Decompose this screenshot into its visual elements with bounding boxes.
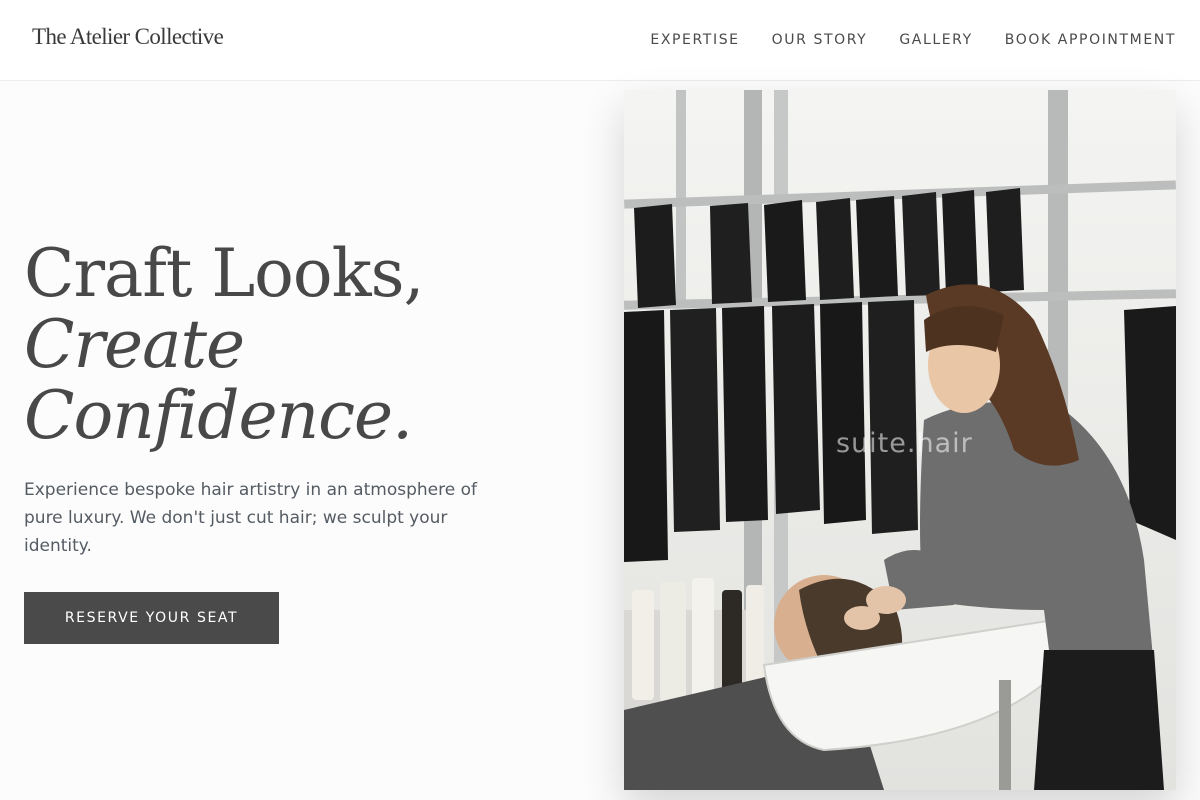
hero-subtitle: Experience bespoke hair artistry in an a… xyxy=(24,480,477,556)
hero-title-line-2: Create xyxy=(24,306,245,383)
main-nav: EXPERTISE OUR STORY GALLERY BOOK APPOINT… xyxy=(650,30,1176,50)
nav-link-our-story[interactable]: OUR STORY xyxy=(772,30,868,50)
nav-link-gallery[interactable]: GALLERY xyxy=(899,30,972,50)
nav-link-book-appointment[interactable]: BOOK APPOINTMENT xyxy=(1005,30,1176,50)
reserve-seat-button[interactable]: RESERVE YOUR SEAT xyxy=(24,592,279,644)
hero-title-line-1: Craft Looks, xyxy=(24,235,424,312)
brand-logo[interactable]: The Atelier Collective xyxy=(32,24,224,50)
nav-link-expertise[interactable]: EXPERTISE xyxy=(650,30,739,50)
site-header: The Atelier Collective EXPERTISE OUR STO… xyxy=(0,0,1200,81)
hero-photo: suite.hair xyxy=(624,90,1176,790)
hero-title: Craft Looks, Create Confidence. xyxy=(24,235,424,454)
watermark-text: suite.hair xyxy=(836,428,973,459)
hero-title-line-3: Confidence. xyxy=(24,377,413,454)
